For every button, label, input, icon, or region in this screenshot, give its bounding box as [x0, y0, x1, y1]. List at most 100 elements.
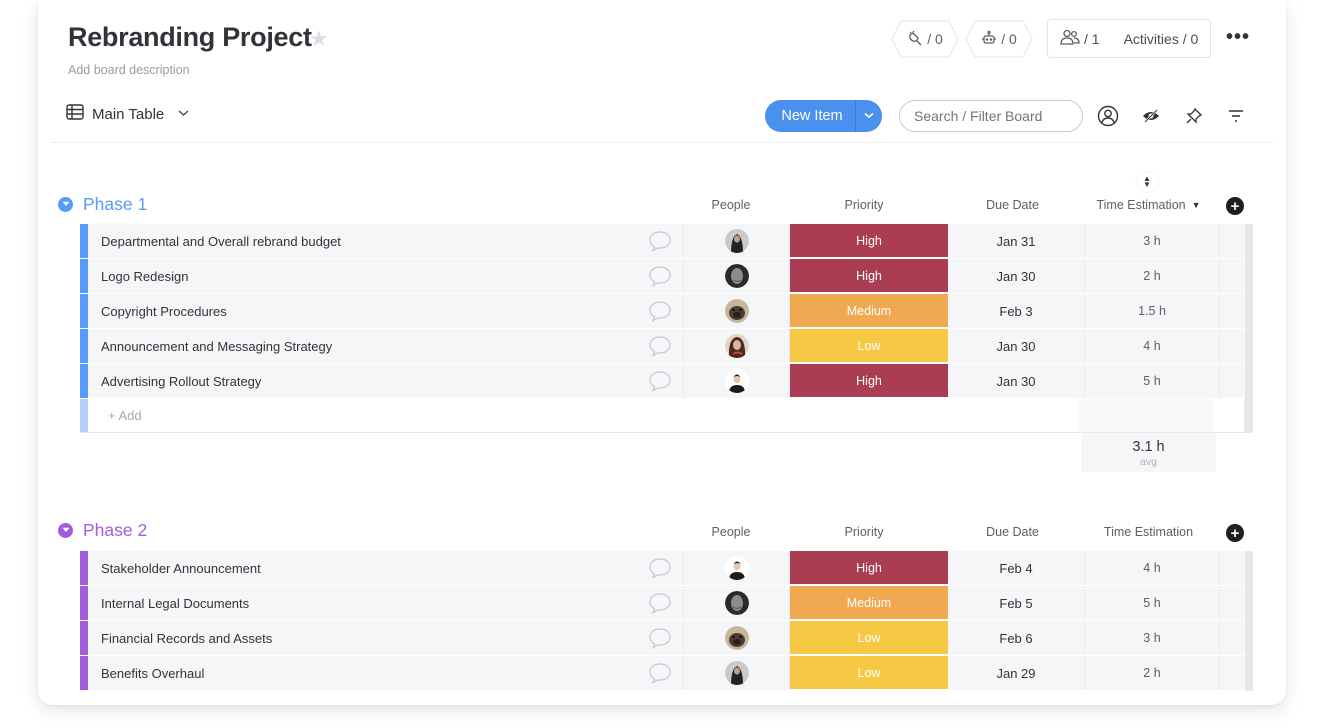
- table-row[interactable]: Financial Records and Assets Low Feb 63 h: [80, 621, 1253, 655]
- column-header-time-estimation[interactable]: Time Estimation ▼: [1081, 198, 1216, 212]
- group-collapse-icon[interactable]: [58, 522, 73, 538]
- favorite-star-icon[interactable]: ★: [309, 28, 331, 50]
- time-estimation-cell[interactable]: 2 h: [1085, 259, 1220, 293]
- column-header-priority[interactable]: Priority: [785, 525, 943, 539]
- add-column-icon[interactable]: +: [1226, 524, 1244, 542]
- group-title[interactable]: Phase 1: [83, 194, 147, 215]
- automations-button[interactable]: / 0: [965, 20, 1033, 58]
- item-name[interactable]: Departmental and Overall rebrand budget: [88, 224, 636, 258]
- priority-status-label[interactable]: Low: [790, 656, 948, 690]
- priority-status-label[interactable]: High: [790, 259, 948, 293]
- column-header-people[interactable]: People: [698, 198, 764, 212]
- table-row[interactable]: Logo Redesign High Jan 30 2 h: [80, 259, 1253, 293]
- add-column-icon[interactable]: +: [1226, 197, 1244, 215]
- due-date-cell[interactable]: Jan 31: [948, 224, 1085, 258]
- updates-chat-icon[interactable]: [636, 364, 684, 398]
- time-estimation-cell[interactable]: 4 h: [1085, 551, 1220, 585]
- due-date-cell[interactable]: Feb 4: [948, 551, 1085, 585]
- due-date-cell[interactable]: Jan 30: [948, 259, 1085, 293]
- updates-chat-icon[interactable]: [636, 551, 684, 585]
- person-filter-icon[interactable]: [1096, 104, 1120, 128]
- avatar: [724, 661, 749, 685]
- item-name[interactable]: Copyright Procedures: [88, 294, 636, 328]
- time-estimation-cell[interactable]: 5 h: [1085, 586, 1220, 620]
- people-cell[interactable]: [684, 329, 790, 363]
- time-estimation-cell[interactable]: 4 h: [1085, 329, 1220, 363]
- people-cell[interactable]: [684, 294, 790, 328]
- item-name[interactable]: Financial Records and Assets: [88, 621, 636, 655]
- due-date-cell[interactable]: Feb 5: [948, 586, 1085, 620]
- table-row[interactable]: Stakeholder Announcement High Feb 44 h: [80, 551, 1253, 585]
- item-name[interactable]: Benefits Overhaul: [88, 656, 636, 690]
- people-cell[interactable]: [684, 259, 790, 293]
- time-estimation-cell[interactable]: 3 h: [1085, 621, 1220, 655]
- time-estimation-cell[interactable]: 3 h: [1085, 224, 1220, 258]
- time-estimation-cell[interactable]: 2 h: [1085, 656, 1220, 690]
- item-name[interactable]: Announcement and Messaging Strategy: [88, 329, 636, 363]
- filter-sort-icon[interactable]: [1224, 104, 1248, 128]
- table-row[interactable]: Advertising Rollout Strategy High Jan 30 5 …: [80, 364, 1253, 398]
- people-cell[interactable]: [684, 656, 790, 690]
- people-cell[interactable]: [684, 364, 790, 398]
- chevron-down-icon[interactable]: [178, 108, 189, 120]
- priority-status-label[interactable]: Medium: [790, 294, 948, 328]
- activities-button[interactable]: Activities / 0: [1124, 31, 1199, 47]
- priority-status-label[interactable]: Low: [790, 329, 948, 363]
- more-options-icon[interactable]: •••: [1226, 26, 1250, 49]
- updates-chat-icon[interactable]: [636, 621, 684, 655]
- people-cell[interactable]: [684, 621, 790, 655]
- group-title[interactable]: Phase 2: [83, 520, 147, 541]
- priority-status-label[interactable]: Medium: [790, 586, 948, 620]
- search-input[interactable]: [899, 100, 1083, 132]
- column-header-due-date[interactable]: Due Date: [944, 198, 1081, 212]
- people-cell[interactable]: [684, 224, 790, 258]
- table-row[interactable]: Announcement and Messaging Strategy Low Ja…: [80, 329, 1253, 363]
- table-row[interactable]: Internal Legal Documents Medium Feb 55 h: [80, 586, 1253, 620]
- due-date-cell[interactable]: Feb 6: [948, 621, 1085, 655]
- new-item-label[interactable]: New Item: [765, 108, 855, 124]
- column-header-priority[interactable]: Priority: [785, 198, 943, 212]
- board-title[interactable]: Rebranding Project: [68, 22, 312, 53]
- add-item-row[interactable]: + Add: [80, 399, 1245, 433]
- column-header-due-date[interactable]: Due Date: [944, 525, 1081, 539]
- updates-chat-icon[interactable]: [636, 329, 684, 363]
- integrations-button[interactable]: / 0: [891, 20, 959, 58]
- updates-chat-icon[interactable]: [636, 259, 684, 293]
- item-name[interactable]: Internal Legal Documents: [88, 586, 636, 620]
- hide-columns-icon[interactable]: [1139, 104, 1163, 128]
- updates-chat-icon[interactable]: [636, 224, 684, 258]
- pin-icon[interactable]: [1182, 104, 1206, 128]
- table-row[interactable]: Copyright Procedures Medium Feb 3 1.5 h: [80, 294, 1253, 328]
- column-header-time-estimation[interactable]: Time Estimation: [1081, 525, 1216, 539]
- people-cell[interactable]: [684, 586, 790, 620]
- members-button[interactable]: / 1: [1060, 29, 1100, 48]
- item-name[interactable]: Logo Redesign: [88, 259, 636, 293]
- priority-status-label[interactable]: Low: [790, 621, 948, 655]
- column-header-people[interactable]: People: [698, 525, 764, 539]
- view-selector[interactable]: Main Table: [66, 104, 189, 124]
- updates-chat-icon[interactable]: [636, 586, 684, 620]
- board-description[interactable]: Add board description: [68, 63, 190, 77]
- due-date-cell[interactable]: Feb 3: [948, 294, 1085, 328]
- due-date-cell[interactable]: Jan 29: [948, 656, 1085, 690]
- priority-status-label[interactable]: High: [790, 224, 948, 258]
- sort-icon[interactable]: ▲ ▼: [1137, 172, 1157, 192]
- time-estimation-cell[interactable]: 1.5 h: [1085, 294, 1220, 328]
- time-estimation-cell[interactable]: 5 h: [1085, 364, 1220, 398]
- item-name[interactable]: Advertising Rollout Strategy: [88, 364, 636, 398]
- table-row[interactable]: Departmental and Overall rebrand budget H…: [80, 224, 1253, 258]
- item-name[interactable]: Stakeholder Announcement: [88, 551, 636, 585]
- table-row[interactable]: Benefits Overhaul Low Jan 29 2 h: [80, 656, 1253, 690]
- new-item-button[interactable]: New Item: [765, 100, 882, 132]
- column-menu-caret-icon[interactable]: ▼: [1192, 200, 1201, 210]
- updates-chat-icon[interactable]: [636, 294, 684, 328]
- updates-chat-icon[interactable]: [636, 656, 684, 690]
- people-cell[interactable]: [684, 551, 790, 585]
- new-item-dropdown-icon[interactable]: [856, 111, 882, 122]
- add-item-label[interactable]: + Add: [88, 399, 1078, 432]
- priority-status-label[interactable]: High: [790, 364, 948, 398]
- priority-status-label[interactable]: High: [790, 551, 948, 585]
- due-date-cell[interactable]: Jan 30: [948, 329, 1085, 363]
- due-date-cell[interactable]: Jan 30: [948, 364, 1085, 398]
- group-collapse-icon[interactable]: [58, 196, 73, 212]
